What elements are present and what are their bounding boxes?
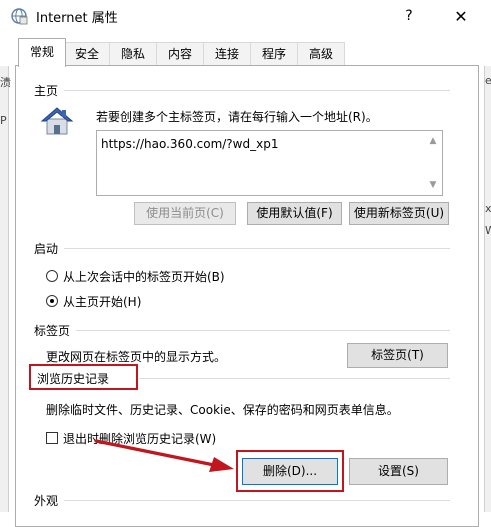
annotation-arrow-icon [94, 439, 234, 472]
